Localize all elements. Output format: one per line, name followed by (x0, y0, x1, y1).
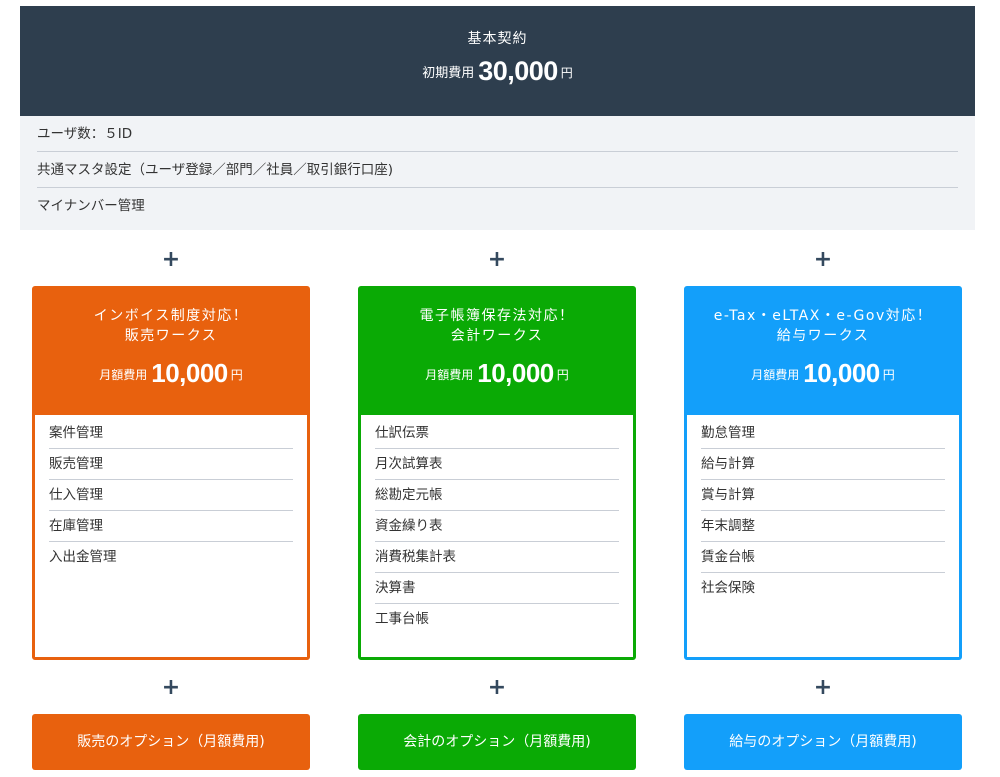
monthly-fee-label: 月額費用 (99, 368, 148, 382)
card-title-line: 給与ワークス (776, 328, 870, 344)
monthly-fee-label: 月額費用 (425, 368, 474, 382)
list-item: 給与計算 (701, 449, 945, 480)
sales-works-feature-list: 案件管理 販売管理 仕入管理 在庫管理 入出金管理 (49, 418, 293, 573)
monthly-fee-unit: 円 (230, 368, 243, 382)
list-item: 入出金管理 (49, 549, 117, 565)
plus-icon: + (161, 247, 181, 272)
monthly-fee-value: 10,000 (151, 358, 228, 388)
monthly-fee: 月額費用 10,000 円 (35, 358, 307, 389)
accounting-works-header: 電子帳簿保存法対応！ 会計ワークス 月額費用 10,000 円 (361, 289, 633, 415)
list-item: 総勘定元帳 (375, 480, 619, 511)
payroll-works-card: e-Tax・eLTAX・e-Gov対応！ 給与ワークス 月額費用 10,000 円 … (684, 286, 962, 660)
plus-icon: + (161, 675, 181, 700)
list-item: 販売管理 (49, 449, 293, 480)
list-item: 賃金台帳 (701, 542, 945, 573)
list-item: 工事台帳 (375, 611, 429, 627)
plus-icon: + (813, 675, 833, 700)
list-item: 社会保険 (701, 580, 755, 596)
plus-icon: + (487, 247, 507, 272)
sales-works-header: インボイス制度対応！ 販売ワークス 月額費用 10,000 円 (35, 289, 307, 415)
payroll-works-feature-list: 勤怠管理 給与計算 賞与計算 年末調整 賃金台帳 社会保険 (701, 418, 945, 604)
list-item: 年末調整 (701, 511, 945, 542)
plus-icon: + (487, 675, 507, 700)
payroll-works-title: e-Tax・eLTAX・e-Gov対応！ 給与ワークス (687, 306, 959, 346)
payroll-works-header: e-Tax・eLTAX・e-Gov対応！ 給与ワークス 月額費用 10,000 円 (687, 289, 959, 415)
base-feature-list: ユーザ数：５ID 共通マスタ設定（ユーザ登録／部門／社員／取引銀行口座) マイナ… (20, 116, 975, 230)
base-feature-item: 共通マスタ設定（ユーザ登録／部門／社員／取引銀行口座) (37, 152, 958, 188)
monthly-fee-unit: 円 (556, 368, 569, 382)
list-item: 仕入管理 (49, 480, 293, 511)
monthly-fee: 月額費用 10,000 円 (361, 358, 633, 389)
list-item: 資金繰り表 (375, 511, 619, 542)
card-title-line: e-Tax・eLTAX・e-Gov対応！ (713, 308, 933, 324)
list-item: 勤怠管理 (701, 418, 945, 449)
base-feature-item: マイナンバー管理 (37, 198, 145, 214)
monthly-fee-label: 月額費用 (751, 368, 800, 382)
base-contract-header: 基本契約 初期費用 30,000 円 (20, 6, 975, 116)
card-title-line: インボイス制度対応！ (93, 308, 249, 324)
list-item: 消費税集計表 (375, 542, 619, 573)
accounting-options-button[interactable]: 会計のオプション（月額費用) (358, 714, 636, 770)
sales-options-button[interactable]: 販売のオプション（月額費用) (32, 714, 310, 770)
sales-works-card: インボイス制度対応！ 販売ワークス 月額費用 10,000 円 案件管理 販売管理 … (32, 286, 310, 660)
card-title-line: 会計ワークス (450, 328, 544, 344)
monthly-fee-unit: 円 (882, 368, 895, 382)
plus-icon: + (813, 247, 833, 272)
initial-fee-label: 初期費用 (422, 66, 475, 81)
list-item: 在庫管理 (49, 511, 293, 542)
card-title-line: 電子帳簿保存法対応！ (419, 308, 575, 324)
monthly-fee-value: 10,000 (477, 358, 554, 388)
base-feature-item: ユーザ数：５ID (37, 116, 958, 152)
accounting-works-card: 電子帳簿保存法対応！ 会計ワークス 月額費用 10,000 円 仕訳伝票 月次試算表… (358, 286, 636, 660)
card-title-line: 販売ワークス (124, 328, 218, 344)
list-item: 月次試算表 (375, 449, 619, 480)
monthly-fee-value: 10,000 (803, 358, 880, 388)
accounting-works-feature-list: 仕訳伝票 月次試算表 総勘定元帳 資金繰り表 消費税集計表 決算書 工事台帳 (375, 418, 619, 635)
initial-fee-value: 30,000 (478, 56, 558, 86)
sales-works-title: インボイス制度対応！ 販売ワークス (35, 306, 307, 346)
monthly-fee: 月額費用 10,000 円 (687, 358, 959, 389)
list-item: 決算書 (375, 573, 619, 604)
accounting-works-title: 電子帳簿保存法対応！ 会計ワークス (361, 306, 633, 346)
list-item: 仕訳伝票 (375, 418, 619, 449)
initial-fee: 初期費用 30,000 円 (20, 56, 975, 87)
list-item: 賞与計算 (701, 480, 945, 511)
payroll-options-button[interactable]: 給与のオプション（月額費用) (684, 714, 962, 770)
base-contract-title: 基本契約 (467, 31, 528, 47)
initial-fee-unit: 円 (560, 66, 573, 80)
list-item: 案件管理 (49, 418, 293, 449)
